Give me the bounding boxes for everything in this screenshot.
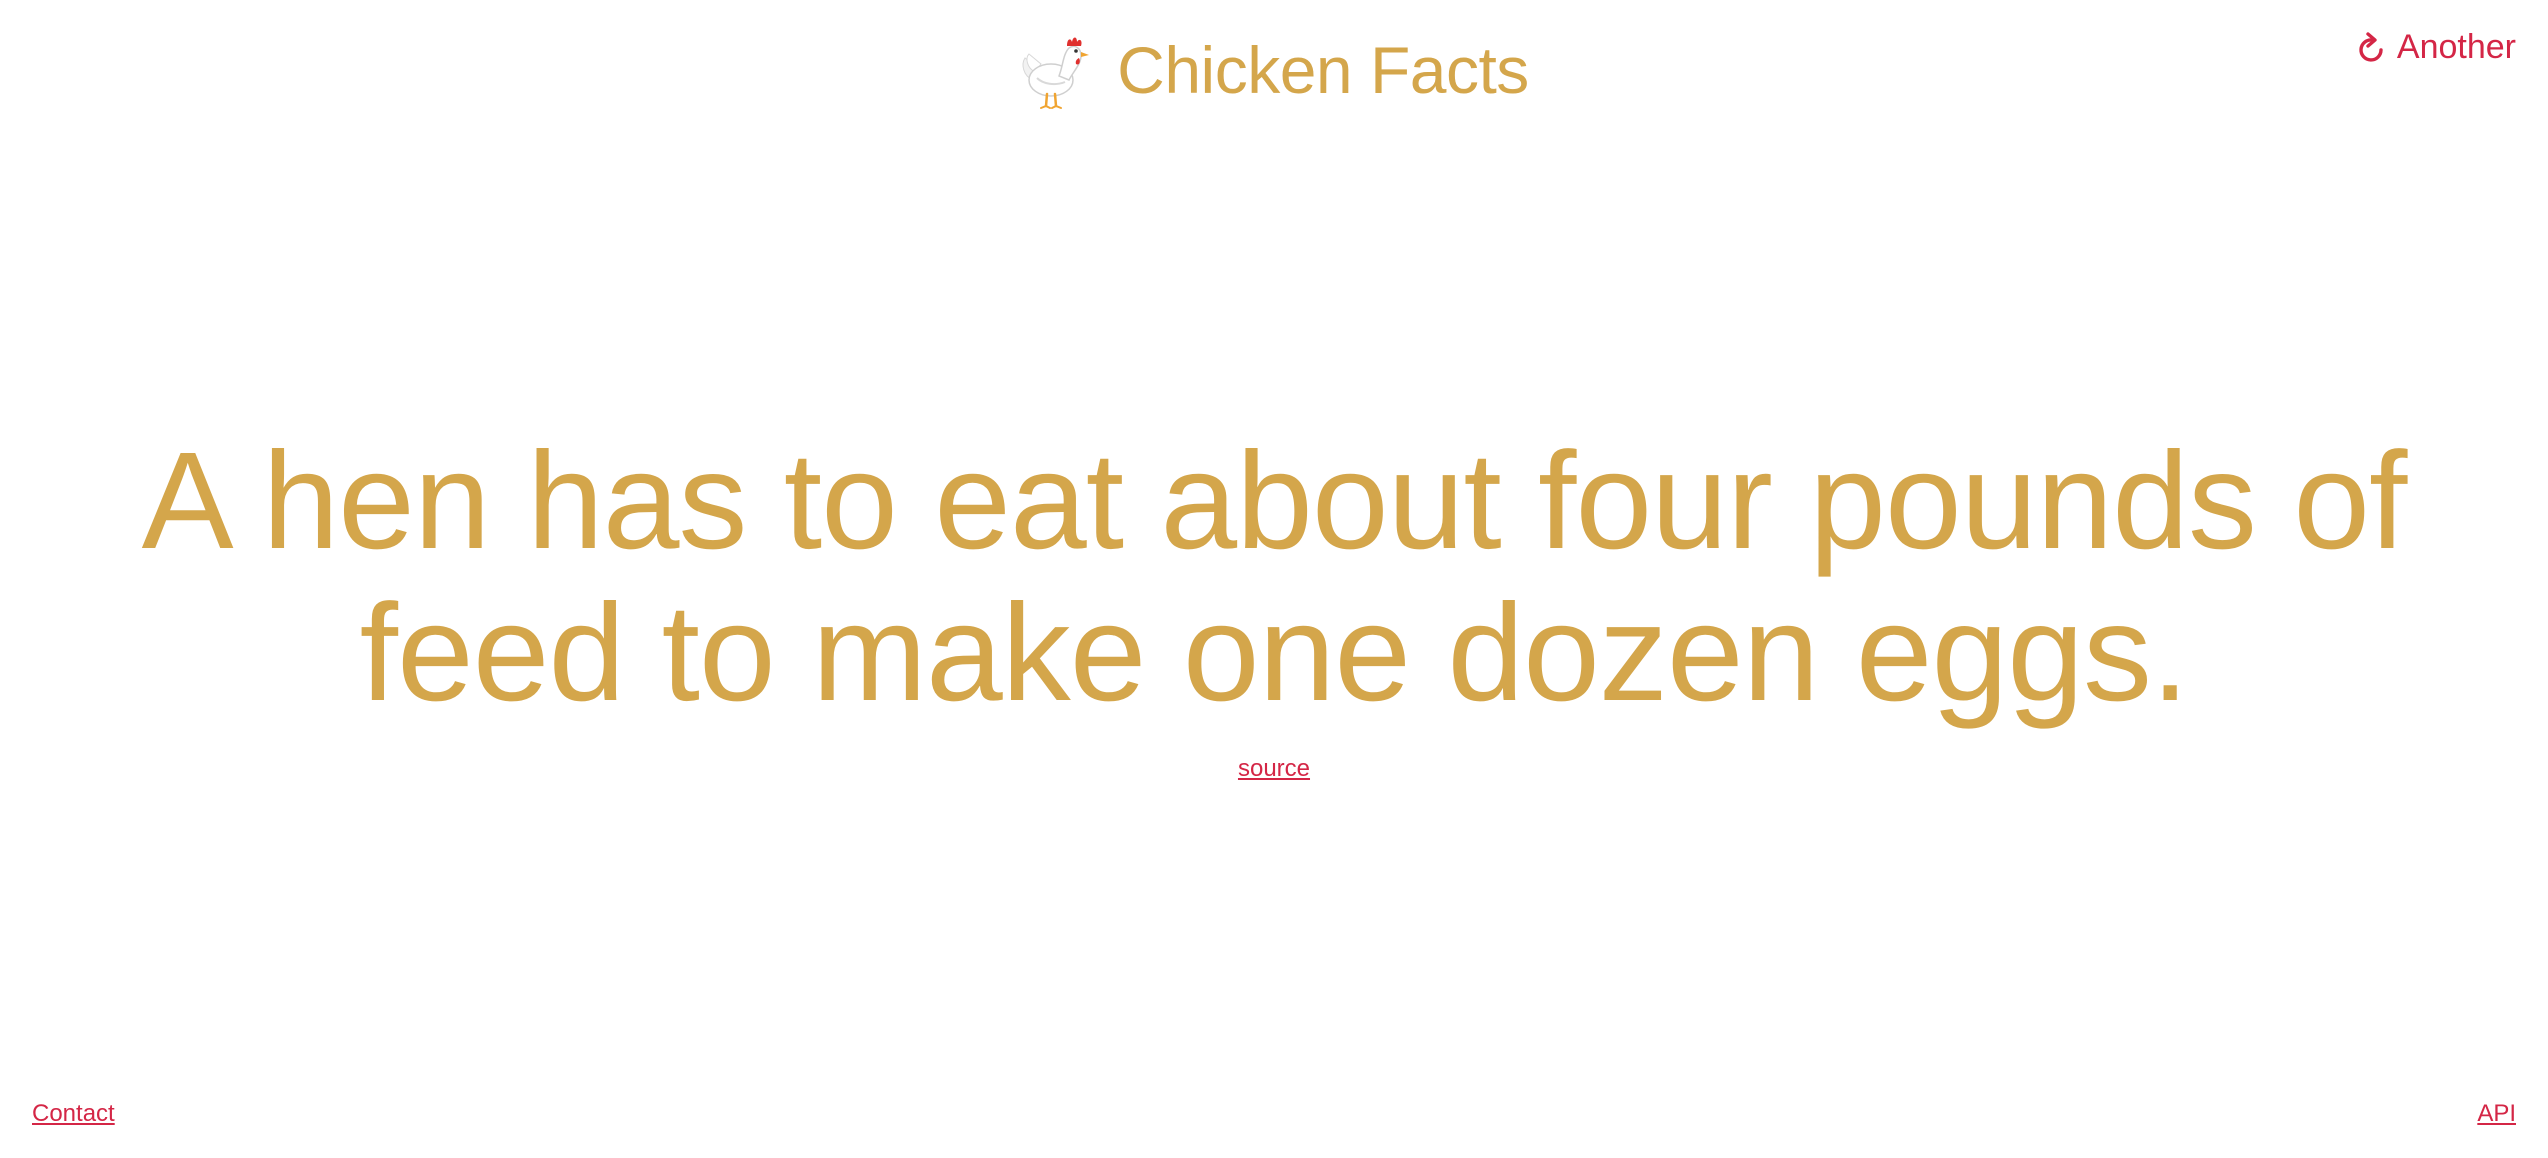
site-title: Chicken Facts: [1117, 33, 1529, 107]
fact-text: A hen has to eat about four pounds of fe…: [141, 424, 2408, 730]
another-label: Another: [2396, 28, 2516, 66]
refresh-icon: [2359, 31, 2383, 62]
page: Chicken Facts Another A hen has to eat a…: [0, 0, 2548, 1158]
source-link[interactable]: source: [1238, 755, 1310, 783]
fact-container: A hen has to eat about four pounds of fe…: [0, 425, 2548, 783]
header: Chicken Facts: [0, 28, 2548, 112]
chicken-icon: [1022, 37, 1090, 109]
api-link[interactable]: API: [2477, 1100, 2516, 1128]
brand: Chicken Facts: [1019, 28, 1529, 112]
another-button[interactable]: Another: [2357, 28, 2516, 67]
contact-link[interactable]: Contact: [32, 1100, 115, 1128]
